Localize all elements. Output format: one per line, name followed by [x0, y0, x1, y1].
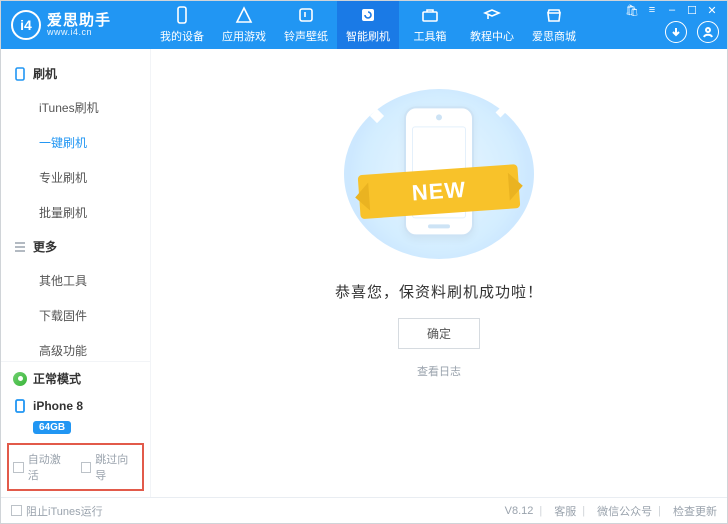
shop-icon	[545, 6, 563, 24]
phone-icon	[13, 399, 27, 413]
footer-link-support[interactable]: 客服	[554, 503, 576, 519]
section-title: 刷机	[33, 65, 57, 82]
toolbox-icon	[421, 6, 439, 24]
minimize-icon[interactable]: –	[665, 3, 679, 17]
device-info[interactable]: iPhone 8	[1, 395, 150, 415]
top-nav: 我的设备 应用游戏 铃声壁纸 智能刷机 工具箱 教程中心	[151, 1, 625, 49]
checkbox-auto-activate[interactable]: 自动激活	[13, 451, 71, 483]
graduation-icon	[483, 6, 501, 24]
cart-icon[interactable]: 🛍	[625, 3, 639, 17]
nav-label: 工具箱	[414, 28, 447, 44]
nav-label: 铃声壁纸	[284, 28, 328, 44]
mode-label: 正常模式	[33, 370, 81, 387]
device-icon	[173, 6, 191, 24]
sidebar-item-itunes-flash[interactable]: iTunes刷机	[1, 90, 150, 125]
success-message: 恭喜您，保资料刷机成功啦！	[335, 281, 543, 302]
nav-label: 我的设备	[160, 28, 204, 44]
device-mode[interactable]: 正常模式	[1, 362, 150, 395]
nav-label: 爱思商城	[532, 28, 576, 44]
logo-icon: i4	[11, 10, 41, 40]
nav-apps[interactable]: 应用游戏	[213, 1, 275, 49]
nav-shop[interactable]: 爱思商城	[523, 1, 585, 49]
header-right: 🛍 ≡ – ☐ ✕	[625, 1, 727, 49]
nav-label: 应用游戏	[222, 28, 266, 44]
checkbox-icon	[11, 505, 22, 516]
sidebar-item-onekey-flash[interactable]: 一键刷机	[1, 125, 150, 160]
nav-tutorials[interactable]: 教程中心	[461, 1, 523, 49]
checkbox-icon	[81, 462, 92, 473]
nav-ringtones[interactable]: 铃声壁纸	[275, 1, 337, 49]
nav-toolbox[interactable]: 工具箱	[399, 1, 461, 49]
checkbox-icon	[13, 462, 24, 473]
user-icon[interactable]	[697, 21, 719, 43]
window-controls: 🛍 ≡ – ☐ ✕	[625, 3, 719, 17]
sidebar-item-other-tools[interactable]: 其他工具	[1, 263, 150, 298]
app-header: i4 爱思助手 www.i4.cn 我的设备 应用游戏 铃声壁纸 智能刷机	[1, 1, 727, 49]
footer-link-wechat[interactable]: 微信公众号	[597, 503, 652, 519]
nav-label: 智能刷机	[346, 28, 390, 44]
checkbox-skip-guide[interactable]: 跳过向导	[81, 451, 139, 483]
section-title: 更多	[33, 238, 57, 255]
sidebar-section-more: 更多	[1, 230, 150, 263]
device-name: iPhone 8	[33, 399, 83, 413]
sidebar-item-batch-flash[interactable]: 批量刷机	[1, 195, 150, 230]
confirm-button[interactable]: 确定	[398, 318, 480, 349]
app-title: 爱思助手	[47, 13, 111, 28]
sidebar-item-advanced[interactable]: 高级功能	[1, 333, 150, 361]
status-bar: 阻止iTunes运行 V8.12 | 客服 | 微信公众号 | 检查更新	[1, 497, 727, 523]
list-icon	[13, 240, 27, 254]
app-url: www.i4.cn	[47, 28, 111, 37]
checkbox-block-itunes[interactable]: 阻止iTunes运行	[11, 503, 103, 519]
phone-icon	[13, 67, 27, 81]
close-icon[interactable]: ✕	[705, 3, 719, 17]
status-dot-icon	[13, 372, 27, 386]
sidebar-section-flash: 刷机	[1, 57, 150, 90]
account-controls	[665, 21, 719, 47]
sidebar-item-download-firmware[interactable]: 下载固件	[1, 298, 150, 333]
main-panel: NEW 恭喜您，保资料刷机成功啦！ 确定 查看日志	[151, 49, 727, 497]
apps-icon	[235, 6, 253, 24]
sidebar-bottom: 正常模式 iPhone 8 64GB 自动激活 跳过向导	[1, 361, 150, 497]
flash-options: 自动激活 跳过向导	[7, 443, 144, 491]
view-log-link[interactable]: 查看日志	[417, 363, 461, 379]
version-label: V8.12	[505, 505, 534, 517]
device-capacity-badge: 64GB	[33, 417, 150, 435]
success-illustration: NEW	[344, 89, 534, 259]
sidebar: 刷机 iTunes刷机 一键刷机 专业刷机 批量刷机 更多 其他工具 下载固件 …	[1, 49, 151, 497]
app-logo: i4 爱思助手 www.i4.cn	[1, 1, 151, 49]
nav-flash[interactable]: 智能刷机	[337, 1, 399, 49]
nav-my-device[interactable]: 我的设备	[151, 1, 213, 49]
refresh-icon	[359, 6, 377, 24]
music-icon	[297, 6, 315, 24]
nav-label: 教程中心	[470, 28, 514, 44]
menu-icon[interactable]: ≡	[645, 3, 659, 17]
maximize-icon[interactable]: ☐	[685, 3, 699, 17]
app-body: 刷机 iTunes刷机 一键刷机 专业刷机 批量刷机 更多 其他工具 下载固件 …	[1, 49, 727, 497]
sidebar-item-pro-flash[interactable]: 专业刷机	[1, 160, 150, 195]
footer-link-update[interactable]: 检查更新	[673, 503, 717, 519]
download-icon[interactable]	[665, 21, 687, 43]
